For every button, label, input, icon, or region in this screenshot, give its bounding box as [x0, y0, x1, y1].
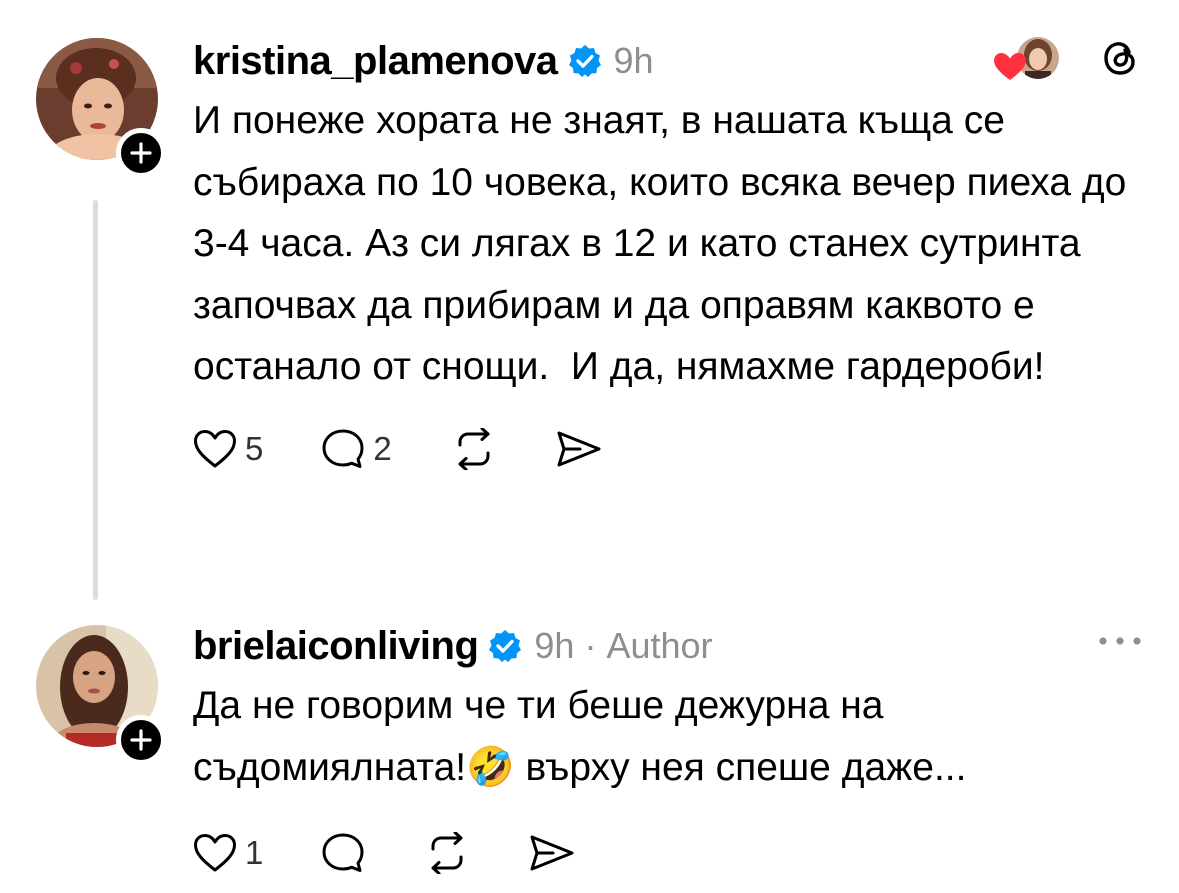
share-button[interactable] — [529, 833, 575, 873]
heart-outline-icon — [194, 429, 236, 467]
reply-count: 2 — [373, 429, 392, 467]
follow-plus-button[interactable] — [116, 715, 166, 765]
text-part: върху нея спеше даже... — [514, 745, 967, 789]
avatar-container[interactable] — [36, 38, 166, 178]
repost-button[interactable] — [423, 832, 471, 874]
timestamp: 9h — [534, 625, 575, 666]
like-count: 1 — [245, 834, 264, 871]
like-button[interactable]: 1 — [193, 833, 263, 873]
red-heart-icon — [994, 53, 1026, 80]
paper-plane-icon — [557, 431, 601, 466]
follow-plus-button[interactable] — [116, 128, 166, 178]
comment-header: brielaiconliving 9h · Author — [193, 621, 1139, 671]
action-bar: 5 2 — [193, 427, 1139, 470]
username[interactable]: brielaiconliving — [193, 624, 479, 669]
heart-outline-icon — [194, 834, 236, 872]
comment-content: kristina_plamenova 9h И понеже хората не… — [193, 36, 1139, 470]
laughing-emoji-icon: 🤣 — [466, 745, 515, 789]
plus-icon — [130, 142, 152, 164]
verified-badge-icon — [489, 630, 522, 662]
speech-bubble-icon — [322, 833, 364, 872]
action-bar: 1 — [193, 832, 1139, 874]
comment-content: brielaiconliving 9h · Author Да не говор… — [193, 621, 1139, 874]
paper-plane-icon — [530, 835, 574, 871]
repost-arrows-icon — [431, 832, 463, 874]
verified-badge-icon — [568, 45, 601, 77]
author-label: Author — [606, 625, 713, 666]
username[interactable]: kristina_plamenova — [193, 39, 558, 84]
repost-arrows-icon — [458, 427, 490, 470]
share-button[interactable] — [556, 429, 602, 469]
speech-bubble-icon — [322, 429, 364, 468]
separator-dot: · — [584, 625, 597, 666]
repost-button[interactable] — [450, 427, 498, 470]
reply-button[interactable] — [321, 832, 365, 874]
reply-post: brielaiconliving 9h · Author Да не говор… — [0, 605, 1179, 893]
reply-button[interactable]: 2 — [321, 428, 392, 470]
like-button[interactable]: 5 — [193, 429, 263, 469]
thread-connector-line — [93, 200, 98, 600]
comment-text: И понеже хората не знаят, в нашата къща … — [193, 99, 1138, 388]
comment-post: kristina_plamenova 9h И понеже хората не… — [0, 0, 1179, 605]
timestamp: 9h — [613, 40, 654, 81]
comment-text: Да не говорим че ти беше дежурна на съдо… — [193, 675, 1139, 798]
avatar-container[interactable] — [36, 625, 166, 765]
plus-icon — [130, 729, 152, 751]
like-count: 5 — [245, 429, 264, 467]
